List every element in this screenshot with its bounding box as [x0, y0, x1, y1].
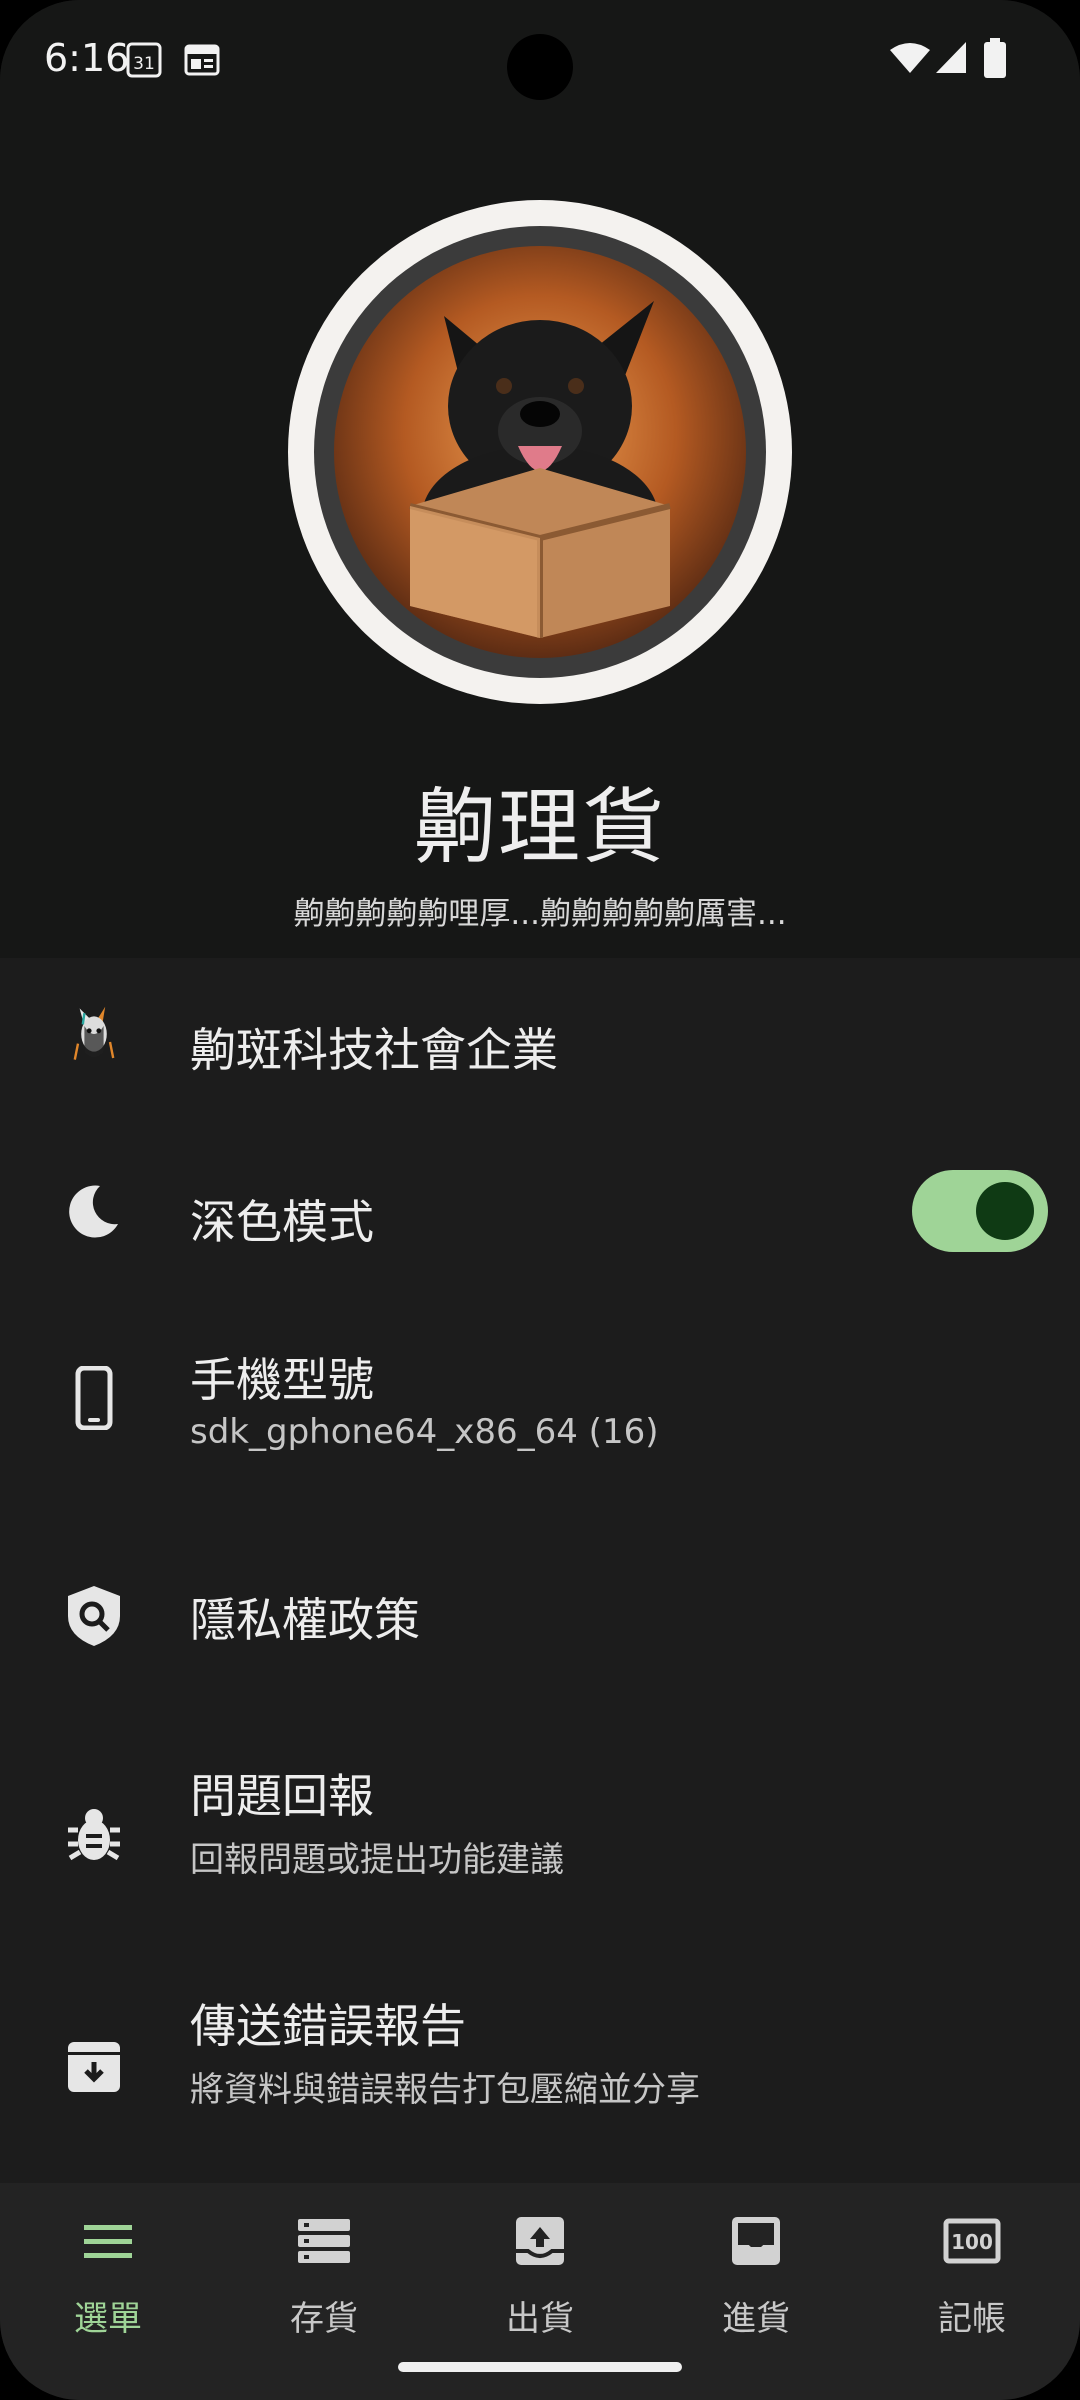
- feedback-title: 問題回報: [190, 1769, 374, 1823]
- company-logo-icon: [73, 1006, 115, 1060]
- outbox-icon: [516, 2217, 564, 2265]
- feedback-subtitle: 回報問題或提出功能建議: [190, 1840, 564, 1880]
- bug-icon: [68, 1809, 120, 1861]
- nav-item-inventory[interactable]: 存貨: [216, 2207, 432, 2347]
- settings-list: 齁斑科技社會企業 深色模式 手機型號 sdk_gphone64_x86_64 (…: [0, 958, 1080, 2183]
- svg-text:31: 31: [133, 54, 155, 74]
- privacy-policy-title: 隱私權政策: [190, 1593, 420, 1647]
- home-indicator[interactable]: [398, 2362, 682, 2372]
- dark-mode-title: 深色模式: [190, 1195, 374, 1249]
- svg-text:100: 100: [951, 2230, 993, 2254]
- device-model-value: sdk_gphone64_x86_64 (16): [190, 1412, 659, 1452]
- list-item-feedback[interactable]: 問題回報 回報問題或提出功能建議: [0, 1716, 1080, 1946]
- nav-item-outbound[interactable]: 出貨: [432, 2207, 648, 2347]
- company-title: 齁斑科技社會企業: [190, 1023, 558, 1077]
- profile-header: 齁理貨 齁齁齁齁齁哩厚...齁齁齁齁齁厲害...: [0, 0, 1080, 958]
- storage-icon: [298, 2219, 350, 2263]
- nav-label-inbound: 進貨: [722, 2299, 790, 2339]
- wifi-icon: [890, 43, 930, 73]
- nav-label-accounting: 記帳: [938, 2299, 1006, 2339]
- phone-icon: [75, 1366, 113, 1430]
- dog-avatar-image: [334, 246, 746, 658]
- toggle-knob: [976, 1182, 1034, 1240]
- inbox-icon: [732, 2217, 780, 2265]
- avatar: [288, 200, 792, 704]
- status-time: 6:16: [44, 36, 130, 80]
- camera-cutout: [507, 34, 573, 100]
- error-report-title: 傳送錯誤報告: [190, 1999, 466, 2053]
- moon-icon: [69, 1185, 118, 1238]
- battery-icon: [984, 38, 1006, 78]
- shield-search-icon: [68, 1586, 120, 1646]
- list-item-dark-mode[interactable]: 深色模式: [0, 1126, 1080, 1296]
- news-notification-icon: [184, 44, 220, 76]
- nav-item-menu[interactable]: 選單: [0, 2207, 216, 2347]
- list-item-privacy-policy[interactable]: 隱私權政策: [0, 1516, 1080, 1716]
- ledger-icon: 100: [943, 2218, 1001, 2264]
- nav-label-outbound: 出貨: [506, 2299, 574, 2339]
- archive-icon: [68, 2042, 120, 2092]
- status-bar: 6:16 31: [0, 0, 1080, 120]
- device-model-title: 手機型號: [190, 1353, 374, 1407]
- app-title: 齁理貨: [413, 780, 666, 875]
- list-item-company[interactable]: 齁斑科技社會企業: [0, 958, 1080, 1126]
- list-item-error-report[interactable]: 傳送錯誤報告 將資料與錯誤報告打包壓縮並分享: [0, 1946, 1080, 2176]
- app-subtitle: 齁齁齁齁齁哩厚...齁齁齁齁齁厲害...: [293, 896, 787, 932]
- calendar-notification-icon: 31: [126, 42, 162, 78]
- list-item-device-model: 手機型號 sdk_gphone64_x86_64 (16): [0, 1296, 1080, 1516]
- error-report-subtitle: 將資料與錯誤報告打包壓縮並分享: [190, 2070, 700, 2110]
- menu-icon: [84, 2225, 132, 2258]
- cellular-signal-icon: [936, 42, 966, 73]
- nav-item-inbound[interactable]: 進貨: [648, 2207, 864, 2347]
- app-screen: 齁理貨 齁齁齁齁齁哩厚...齁齁齁齁齁厲害... 6:16 31 齁斑科技社會企…: [0, 0, 1080, 2400]
- nav-label-menu: 選單: [74, 2299, 142, 2339]
- dark-mode-toggle[interactable]: [912, 1170, 1048, 1252]
- nav-label-inventory: 存貨: [290, 2299, 358, 2339]
- nav-item-accounting[interactable]: 100 記帳: [864, 2207, 1080, 2347]
